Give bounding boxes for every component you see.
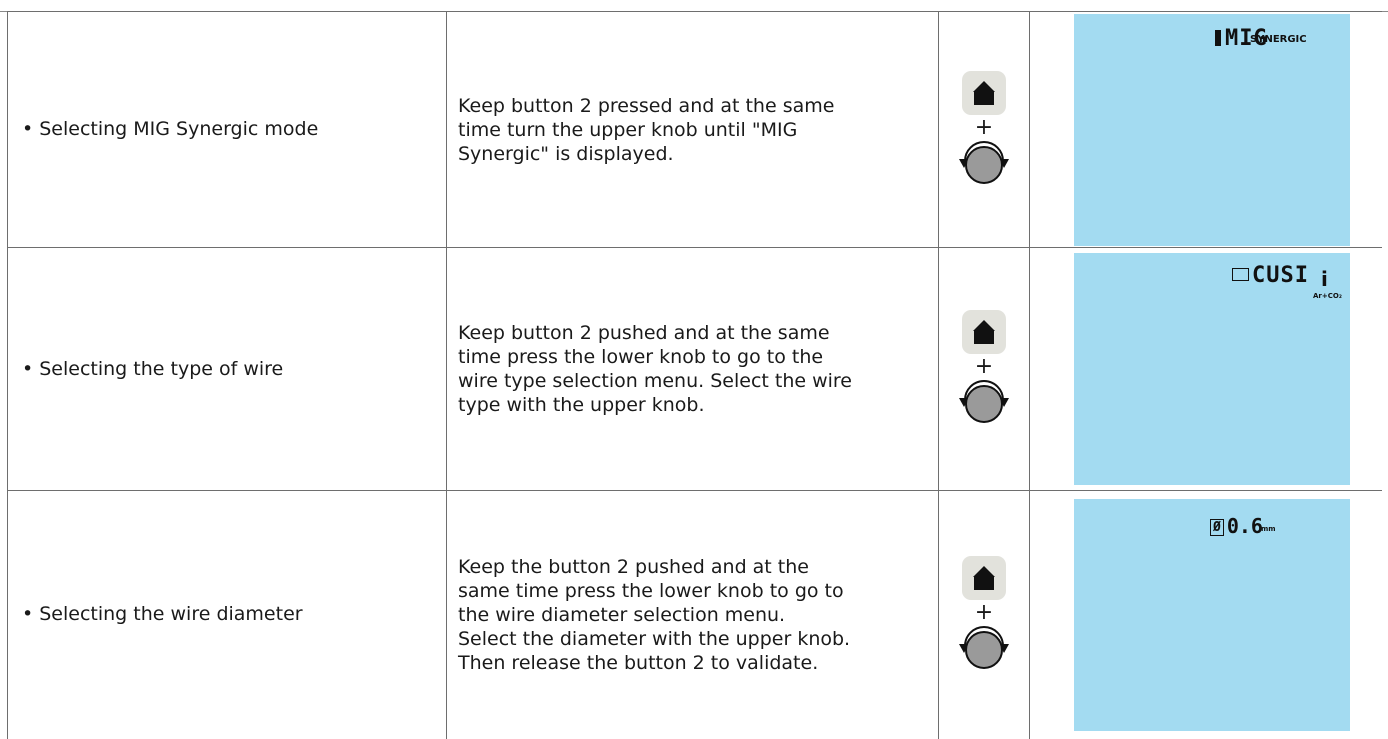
mode-marker-icon <box>1215 29 1221 46</box>
rotary-knob-icon <box>959 139 1009 189</box>
rotary-knob-icon <box>959 378 1009 428</box>
lcd-display: MIG SYNERGIC <box>1074 13 1350 246</box>
diameter-symbol-icon: Ø <box>1210 518 1224 536</box>
step-title: • Selecting the wire diameter <box>22 603 303 626</box>
instruction-table: • Selecting MIG Synergic mode Keep butto… <box>7 11 1382 739</box>
home-arrow-icon <box>962 555 1006 600</box>
lcd-info-icon: i <box>1321 267 1328 291</box>
lcd-diameter: Ø 0.6 <box>1210 514 1263 538</box>
plus-sign: + <box>974 599 994 625</box>
lcd-display: CUSI i Ar+CO₂ <box>1074 253 1350 485</box>
rotary-knob-icon <box>959 624 1009 674</box>
step-description: Keep button 2 pressed and at the same ti… <box>458 94 835 165</box>
step-title: • Selecting MIG Synergic mode <box>22 118 319 141</box>
lcd-wire-type: CUSI <box>1232 263 1309 288</box>
table-row: • Selecting the wire diameter Keep the b… <box>7 490 1382 739</box>
home-arrow-icon <box>962 310 1006 354</box>
step-title: • Selecting the type of wire <box>22 357 284 380</box>
control-illustration: + <box>939 310 1029 428</box>
lcd-display: Ø 0.6 mm <box>1074 498 1350 731</box>
table-row: • Selecting the type of wire Keep button… <box>7 247 1382 491</box>
table-row: • Selecting MIG Synergic mode Keep butto… <box>7 11 1382 248</box>
step-description: Keep button 2 pushed and at the same tim… <box>458 322 852 416</box>
lcd-submode: SYNERGIC <box>1250 33 1307 45</box>
home-arrow-icon <box>962 70 1006 115</box>
plus-sign: + <box>974 354 994 379</box>
plus-sign: + <box>974 114 994 140</box>
lcd-unit: mm <box>1261 524 1276 533</box>
control-illustration: + <box>939 555 1029 674</box>
wire-spool-icon <box>1232 268 1249 281</box>
lcd-gas-label: Ar+CO₂ <box>1313 292 1342 300</box>
control-illustration: + <box>939 70 1029 189</box>
step-description: Keep the button 2 pushed and at the same… <box>458 555 851 674</box>
